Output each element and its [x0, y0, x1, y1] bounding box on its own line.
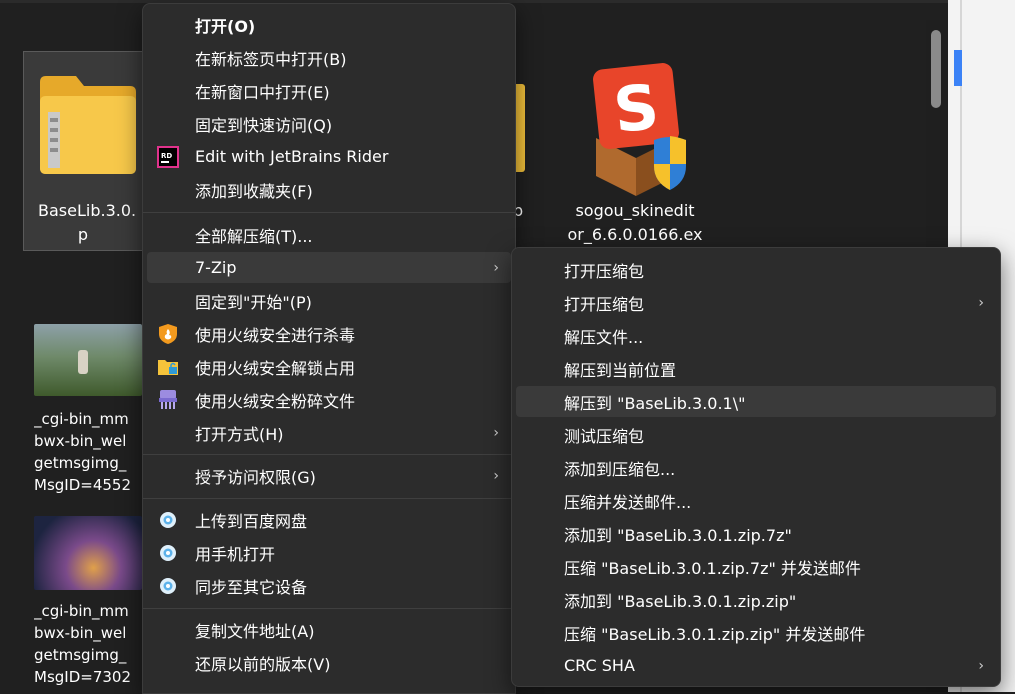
file-name-line3: getmsgimg_ — [34, 454, 127, 472]
file-name-line3: getmsgimg_ — [34, 646, 127, 664]
submenu-item-add-to-archive[interactable]: 添加到压缩包... — [516, 452, 996, 483]
zip-folder-icon — [40, 76, 136, 174]
submenu-item-extract-to-folder[interactable]: 解压到 "BaseLib.3.0.1\" — [516, 386, 996, 417]
svg-text:S: S — [610, 70, 662, 147]
file-name-line2: bwx-bin_wel — [34, 432, 127, 450]
file-image-2[interactable]: _cgi-bin_mm bwx-bin_wel getmsgimg_ MsgID… — [34, 516, 142, 692]
file-name-line1: _cgi-bin_mm — [34, 410, 129, 428]
scrollbar-thumb[interactable] — [931, 30, 941, 108]
file-baselib-zip[interactable]: BaseLib.3.0. p — [23, 51, 145, 251]
cloud-icon — [157, 509, 179, 531]
menu-item-sync-devices[interactable]: 同步至其它设备 — [147, 570, 511, 601]
menu-item-edit-rider[interactable]: RD Edit with JetBrains Rider — [147, 141, 511, 172]
svg-text:RD: RD — [161, 152, 172, 160]
submenu-item-crc-sha[interactable]: CRC SHA › — [516, 650, 996, 681]
file-name-line1: _cgi-bin_mm — [34, 602, 129, 620]
chevron-right-icon: › — [978, 657, 984, 674]
cloud-icon — [157, 542, 179, 564]
image-thumbnail — [34, 516, 142, 590]
menu-item-7zip[interactable]: 7-Zip › — [147, 252, 511, 283]
menu-item-huorong-shred[interactable]: 使用火绒安全粉碎文件 — [147, 384, 511, 415]
submenu-item-test-archive[interactable]: 测试压缩包 — [516, 419, 996, 450]
context-menu: 打开(O) 在新标签页中打开(B) 在新窗口中打开(E) 固定到快速访问(Q) … — [142, 3, 516, 694]
file-name-line2: bwx-bin_wel — [34, 624, 127, 642]
menu-separator — [143, 212, 515, 213]
unlock-folder-icon — [157, 356, 179, 378]
submenu-item-extract-files[interactable]: 解压文件... — [516, 320, 996, 351]
shredder-icon — [157, 389, 179, 411]
menu-item-open-phone[interactable]: 用手机打开 — [147, 537, 511, 568]
menu-item-open-with[interactable]: 打开方式(H) › — [147, 417, 511, 448]
menu-item-pin-start[interactable]: 固定到"开始"(P) — [147, 285, 511, 316]
submenu-item-extract-here[interactable]: 解压到当前位置 — [516, 353, 996, 384]
menu-item-huorong-unlock[interactable]: 使用火绒安全解锁占用 — [147, 351, 511, 382]
menu-item-baidu-upload[interactable]: 上传到百度网盘 — [147, 504, 511, 535]
menu-item-open[interactable]: 打开(O) — [147, 9, 511, 40]
submenu-item-open-archive[interactable]: 打开压缩包 — [516, 254, 996, 285]
file-name-line2: or_6.6.0.0166.ex — [567, 225, 703, 244]
rider-icon: RD — [157, 145, 179, 168]
submenu-item-open-archive-more[interactable]: 打开压缩包 › — [516, 287, 996, 318]
menu-item-extract-all[interactable]: 全部解压缩(T)... — [147, 219, 511, 250]
menu-item-add-favorites[interactable]: 添加到收藏夹(F) — [147, 174, 511, 205]
file-sogou-installer[interactable]: S sogou_skinedit or_6.6.0.0166.ex — [560, 58, 710, 248]
image-thumbnail — [34, 324, 142, 396]
chevron-right-icon: › — [493, 424, 499, 441]
submenu-item-add-to-7z[interactable]: 添加到 "BaseLib.3.0.1.zip.7z" — [516, 518, 996, 549]
menu-item-open-new-tab[interactable]: 在新标签页中打开(B) — [147, 42, 511, 73]
huorong-shield-icon — [157, 323, 179, 345]
menu-separator — [143, 454, 515, 455]
cloud-icon — [157, 575, 179, 597]
sogou-installer-icon: S — [576, 63, 686, 196]
file-name-line4: MsgID=4552 — [34, 476, 131, 494]
7zip-submenu: 打开压缩包 打开压缩包 › 解压文件... 解压到当前位置 解压到 "BaseLi… — [511, 247, 1001, 687]
menu-item-copy-path[interactable]: 复制文件地址(A) — [147, 614, 511, 645]
file-name-line4: MsgID=7302 — [34, 668, 131, 686]
submenu-item-compress-email[interactable]: 压缩并发送邮件... — [516, 485, 996, 516]
menu-item-grant-access[interactable]: 授予访问权限(G) › — [147, 460, 511, 491]
file-image-1[interactable]: _cgi-bin_mm bwx-bin_wel getmsgimg_ MsgID… — [34, 324, 142, 500]
menu-item-restore-versions[interactable]: 还原以前的版本(V) — [147, 647, 511, 678]
menu-separator — [143, 498, 515, 499]
menu-separator — [143, 608, 515, 609]
chevron-right-icon: › — [978, 294, 984, 311]
submenu-item-add-to-zip[interactable]: 添加到 "BaseLib.3.0.1.zip.zip" — [516, 584, 996, 615]
menu-item-pin-quick-access[interactable]: 固定到快速访问(Q) — [147, 108, 511, 139]
file-name-line1: sogou_skinedit — [575, 201, 695, 220]
menu-item-open-new-window[interactable]: 在新窗口中打开(E) — [147, 75, 511, 106]
file-name-line2: p — [77, 225, 89, 244]
file-name-line1: BaseLib.3.0. — [38, 201, 137, 220]
chevron-right-icon: › — [493, 259, 499, 276]
submenu-item-compress-7z-email[interactable]: 压缩 "BaseLib.3.0.1.zip.7z" 并发送邮件 — [516, 551, 996, 582]
menu-item-huorong-scan[interactable]: 使用火绒安全进行杀毒 — [147, 318, 511, 349]
chevron-right-icon: › — [493, 467, 499, 484]
submenu-item-compress-zip-email[interactable]: 压缩 "BaseLib.3.0.1.zip.zip" 并发送邮件 — [516, 617, 996, 648]
